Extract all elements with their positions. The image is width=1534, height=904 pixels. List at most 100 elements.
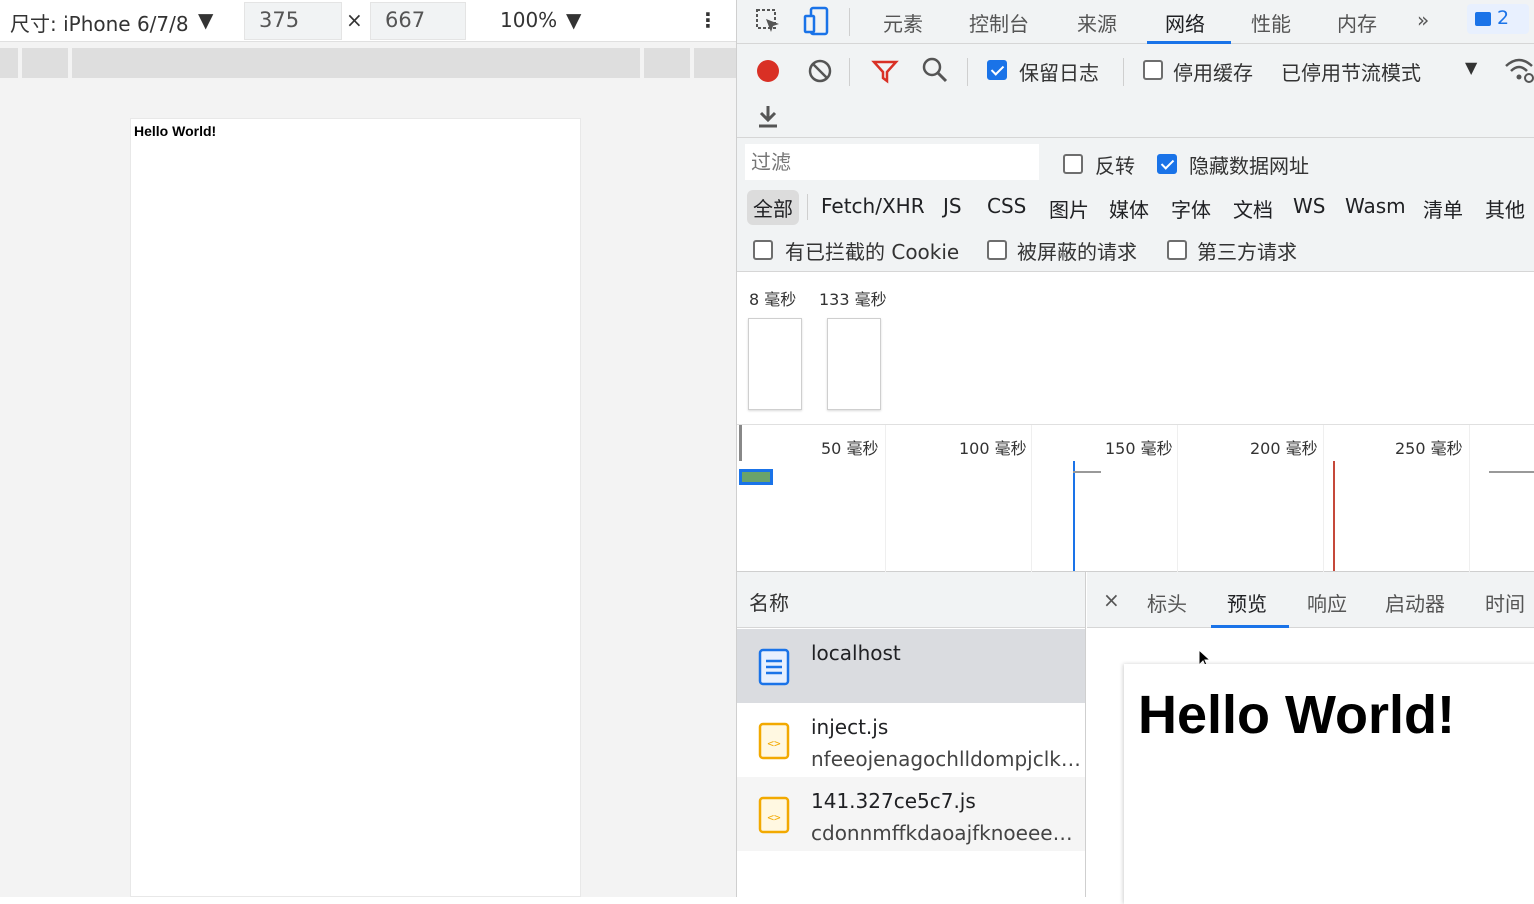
tick-label: 150 毫秒 [1105,439,1173,458]
dom-content-loaded-line [1073,461,1075,571]
request-bar [1489,471,1534,473]
preserve-log-checkbox[interactable] [987,60,1007,80]
emulated-viewport[interactable]: Hello World! [130,118,581,897]
height-input[interactable]: 667 [370,2,466,40]
tab-sources[interactable]: 来源 [1077,8,1117,37]
zoom-selector[interactable]: 100% [500,8,557,32]
waterfall-overview[interactable]: 50 毫秒 100 毫秒 150 毫秒 200 毫秒 250 毫秒 [737,424,1534,573]
script-file-icon: <> [758,722,790,760]
type-filter-img[interactable]: 图片 [1049,194,1089,223]
gridline [1031,425,1032,573]
frame-time-label: 8 毫秒 [749,290,797,309]
issues-badge[interactable]: 2 [1467,4,1529,34]
chevron-down-icon[interactable]: ▼ [198,8,213,32]
disable-cache-checkbox[interactable] [1143,60,1163,80]
media-query-bar[interactable] [72,48,640,78]
separator [1123,58,1124,86]
more-tabs-icon[interactable]: » [1417,8,1429,32]
gridline [1177,425,1178,573]
media-query-bar[interactable] [694,48,736,78]
search-icon[interactable] [921,56,949,84]
svg-text:<>: <> [767,811,781,824]
tab-memory[interactable]: 内存 [1337,8,1377,37]
devtools-tabbar: 元素 控制台 来源 网络 性能 内存 » 2 [737,0,1534,44]
request-name: localhost [811,641,901,665]
svg-text:<>: <> [767,737,781,750]
chevron-down-icon[interactable]: ▼ [1465,58,1477,77]
filter-input[interactable] [745,144,1039,180]
type-filter-font[interactable]: 字体 [1171,194,1211,223]
media-query-bar[interactable] [644,48,690,78]
preserve-log-label: 保留日志 [1019,61,1099,85]
type-filter-media[interactable]: 媒体 [1109,194,1149,223]
record-icon[interactable] [755,58,781,84]
type-filter-css[interactable]: CSS [987,194,1026,218]
invert-label: 反转 [1095,154,1135,178]
hide-data-urls-label: 隐藏数据网址 [1189,154,1309,178]
width-input[interactable]: 375 [244,2,342,40]
timeline-start-marker [739,425,742,461]
tab-console[interactable]: 控制台 [969,8,1029,37]
type-filter-fetch-xhr[interactable]: Fetch/XHR [821,194,925,218]
screenshot-frame[interactable] [827,318,881,410]
request-list: 名称 localhost <> inject.js nfeeojenagochl… [737,572,1086,897]
type-filter-doc[interactable]: 文档 [1233,194,1273,223]
tab-headers[interactable]: 标头 [1147,588,1187,617]
type-filter-manifest[interactable]: 清单 [1423,194,1463,223]
tab-performance[interactable]: 性能 [1251,8,1291,37]
type-filter-wasm[interactable]: Wasm [1345,194,1406,218]
request-bar [739,469,773,485]
request-row[interactable]: <> inject.js nfeeojenagochlldompjclk… [737,703,1085,777]
type-filter-ws[interactable]: WS [1293,194,1325,218]
screenshot-frame[interactable] [748,318,802,410]
third-party-label: 第三方请求 [1197,240,1297,264]
tab-network[interactable]: 网络 [1165,8,1205,37]
type-filter-all[interactable]: 全部 [747,190,799,225]
script-file-icon: <> [758,796,790,834]
clear-icon[interactable] [807,58,833,84]
request-domain: nfeeojenagochlldompjclk… [811,747,1081,771]
throttling-select[interactable]: 已停用节流模式 [1281,57,1421,86]
blocked-requests-checkbox[interactable] [987,240,1007,260]
request-row[interactable]: <> 141.327ce5c7.js cdonnmffkdaoajfknoeee… [737,777,1085,851]
invert-checkbox[interactable] [1063,154,1083,174]
separator [807,194,808,220]
network-conditions-icon[interactable] [1503,56,1534,84]
more-options-icon[interactable]: ⋮ [698,8,718,32]
gridline [1469,425,1470,573]
device-selector[interactable]: 尺寸: iPhone 6/7/8 [10,8,189,37]
tab-initiator[interactable]: 启动器 [1385,588,1445,617]
type-filter-other[interactable]: 其他 [1485,194,1525,223]
close-icon[interactable]: × [1103,588,1120,612]
media-query-bar[interactable] [0,48,18,78]
times-symbol: × [346,8,363,32]
hide-data-urls-checkbox[interactable] [1157,154,1177,174]
third-party-checkbox[interactable] [1167,240,1187,260]
request-row[interactable]: localhost [737,629,1085,703]
type-filter-js[interactable]: JS [943,194,962,218]
separator [967,58,968,86]
page-heading: Hello World! [134,123,217,139]
load-event-line [1333,461,1335,571]
detail-tabbar: × 标头 预览 响应 启动器 时间 [1087,572,1534,628]
tab-elements[interactable]: 元素 [883,8,923,37]
blocked-cookies-checkbox[interactable] [753,240,773,260]
chevron-down-icon[interactable]: ▼ [566,8,581,32]
request-detail: × 标头 预览 响应 启动器 时间 Hello World! [1087,572,1534,904]
devtools-panel: 元素 控制台 来源 网络 性能 内存 » 2 保留日志 停用缓存 已停用节流模式… [736,0,1534,904]
tab-timing[interactable]: 时间 [1485,588,1525,617]
export-har-icon[interactable] [757,104,779,130]
device-toolbar-icon[interactable] [803,6,831,36]
media-query-bar[interactable] [22,48,68,78]
document-icon [758,648,790,686]
tab-response[interactable]: 响应 [1307,588,1347,617]
filter-icon[interactable] [871,58,899,84]
request-name: 141.327ce5c7.js [811,789,976,813]
tab-preview[interactable]: 预览 [1227,588,1267,617]
screenshot-overview: 8 毫秒 133 毫秒 [737,272,1534,424]
issues-count: 2 [1497,7,1510,29]
tick-label: 250 毫秒 [1395,439,1463,458]
inspect-element-icon[interactable] [755,8,781,34]
name-column-header[interactable]: 名称 [737,572,1085,628]
preview-frame: Hello World! [1124,664,1534,904]
